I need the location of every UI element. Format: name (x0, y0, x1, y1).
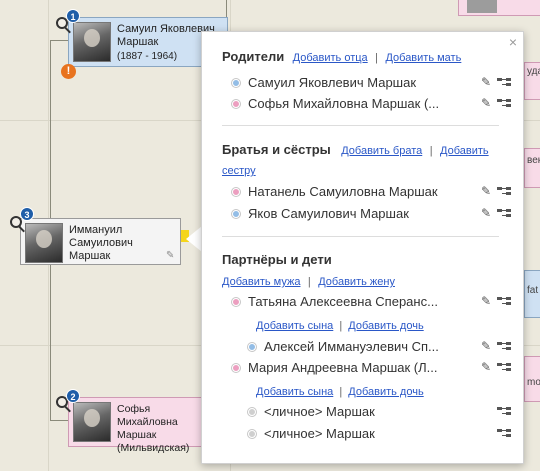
private-dot-icon (248, 430, 256, 438)
pencil-icon[interactable]: ✎ (481, 206, 491, 220)
tree-connector (50, 420, 68, 421)
pencil-icon[interactable]: ✎ (481, 294, 491, 308)
female-dot-icon (232, 100, 240, 108)
person-card-peek[interactable]: уда (524, 62, 540, 100)
male-dot-icon (248, 343, 256, 351)
edit-icon[interactable]: ✎ (166, 251, 176, 261)
separator: | (307, 276, 311, 288)
person-name: Иммануил Самуилович Маршак (69, 224, 133, 262)
add-sister-link[interactable]: Добавить (440, 145, 489, 157)
add-daughter-link[interactable]: Добавить дочь (348, 386, 423, 398)
person-photo (467, 0, 497, 13)
tree-icon[interactable] (497, 209, 511, 219)
add-son-link[interactable]: Добавить сына (256, 386, 333, 398)
add-mother-link[interactable]: Добавить мать (385, 52, 461, 64)
tree-connector (50, 40, 68, 41)
parents-header: Родители Добавить отца | Добавить мать (222, 48, 509, 66)
relative-name[interactable]: Самуил Яковлевич Маршак (248, 75, 471, 90)
partner1-child-actions: Добавить сына | Добавить дочь (256, 320, 424, 332)
pencil-icon[interactable]: ✎ (481, 75, 491, 89)
tree-icon[interactable] (497, 78, 511, 88)
family-popup: × Родители Добавить отца | Добавить мать… (201, 31, 524, 464)
person-card-peek[interactable]: век (524, 148, 540, 188)
child-name[interactable]: Алексей Иммануэлевич Сп... (264, 339, 471, 354)
pencil-icon[interactable]: ✎ (481, 339, 491, 353)
relative-row[interactable]: Яков Самуилович Маршак ✎ (232, 205, 511, 223)
tree-icon[interactable] (497, 429, 511, 439)
section-title-siblings: Братья и сёстры (222, 142, 331, 157)
close-icon[interactable]: × (509, 34, 517, 50)
separator: | (429, 145, 433, 157)
person-name: Софья Михайловна Маршак (Мильвидская) (117, 403, 190, 454)
child-name[interactable]: <личное> Маршак (264, 404, 471, 419)
section-title-partners: Партнёры и дети (222, 252, 332, 267)
tree-icon[interactable] (497, 297, 511, 307)
private-dot-icon (248, 408, 256, 416)
separator: | (339, 320, 343, 332)
person-card-peek[interactable] (458, 0, 540, 16)
female-dot-icon (232, 298, 240, 306)
person-photo (73, 22, 111, 62)
pencil-icon[interactable]: ✎ (481, 360, 491, 374)
child-row[interactable]: Алексей Иммануэлевич Сп... ✎ (248, 338, 511, 356)
person-name: век (527, 155, 540, 166)
partners-actions: Добавить мужа | Добавить жену (222, 272, 509, 290)
female-dot-icon (232, 188, 240, 196)
tree-icon[interactable] (497, 187, 511, 197)
tree-icon[interactable] (497, 363, 511, 373)
child-name[interactable]: <личное> Маршак (264, 426, 471, 441)
relative-name[interactable]: Софья Михайловна Маршак (... (248, 96, 471, 111)
tree-icon[interactable] (497, 99, 511, 109)
add-daughter-link[interactable]: Добавить дочь (348, 320, 423, 332)
person-name: fat (527, 285, 539, 296)
add-father-link[interactable]: Добавить отца (293, 52, 368, 64)
person-card-mother[interactable]: Софья Михайловна Маршак (Мильвидская) (68, 397, 218, 454)
add-son-link[interactable]: Добавить сына (256, 320, 333, 332)
partners-header: Партнёры и дети (222, 251, 509, 269)
relative-name[interactable]: Яков Самуилович Маршак (248, 206, 471, 221)
partner-row[interactable]: Мария Андреевна Маршак (Л... ✎ (232, 359, 511, 377)
male-dot-icon (232, 79, 240, 87)
popup-arrow (186, 226, 202, 252)
tree-icon[interactable] (497, 342, 511, 352)
add-brother-link[interactable]: Добавить брата (341, 145, 422, 157)
separator: | (375, 52, 378, 64)
partner-row[interactable]: Татьяна Алексеевна Сперанс... ✎ (232, 293, 511, 311)
section-divider (222, 125, 499, 126)
siblings-header-wrap: сестру (222, 161, 509, 179)
male-dot-icon (232, 210, 240, 218)
add-husband-link[interactable]: Добавить мужа (222, 276, 300, 288)
relative-row[interactable]: Софья Михайловна Маршак (... ✎ (232, 95, 511, 113)
relative-row[interactable]: Самуил Яковлевич Маршак ✎ (232, 74, 511, 92)
warning-icon[interactable]: ! (61, 64, 76, 79)
siblings-header: Братья и сёстры Добавить брата | Добавит… (222, 141, 509, 159)
tree-icon[interactable] (497, 407, 511, 417)
person-card-peek[interactable]: fat (524, 270, 540, 318)
person-photo (25, 223, 63, 263)
partner-name[interactable]: Мария Андреевна Маршак (Л... (248, 360, 471, 375)
person-card-peek[interactable]: mo (524, 356, 540, 402)
add-sister-link[interactable]: сестру (222, 165, 256, 177)
relative-name[interactable]: Натанель Самуиловна Маршак (248, 184, 471, 199)
relative-count-badge: 3 (20, 207, 34, 221)
child-row[interactable]: <личное> Маршак (248, 425, 511, 443)
relative-count-badge: 1 (66, 9, 80, 23)
person-name: mo (527, 377, 540, 388)
separator: | (339, 386, 343, 398)
person-dates: (1887 - 1964) (117, 51, 178, 62)
relative-row[interactable]: Натанель Самуиловна Маршак ✎ (232, 183, 511, 201)
pencil-icon[interactable]: ✎ (481, 184, 491, 198)
partner2-child-actions: Добавить сына | Добавить дочь (256, 386, 424, 398)
female-dot-icon (232, 364, 240, 372)
pencil-icon[interactable]: ✎ (481, 96, 491, 110)
section-title-parents: Родители (222, 49, 285, 64)
section-divider (222, 236, 499, 237)
relative-count-badge: 2 (66, 389, 80, 403)
person-photo (73, 402, 111, 442)
partner-name[interactable]: Татьяна Алексеевна Сперанс... (248, 294, 471, 309)
person-name: уда (527, 66, 540, 77)
person-card-focus[interactable]: Иммануил Самуилович Маршак ✎ (20, 218, 181, 265)
child-row[interactable]: <личное> Маршак (248, 403, 511, 421)
add-wife-link[interactable]: Добавить жену (318, 276, 395, 288)
